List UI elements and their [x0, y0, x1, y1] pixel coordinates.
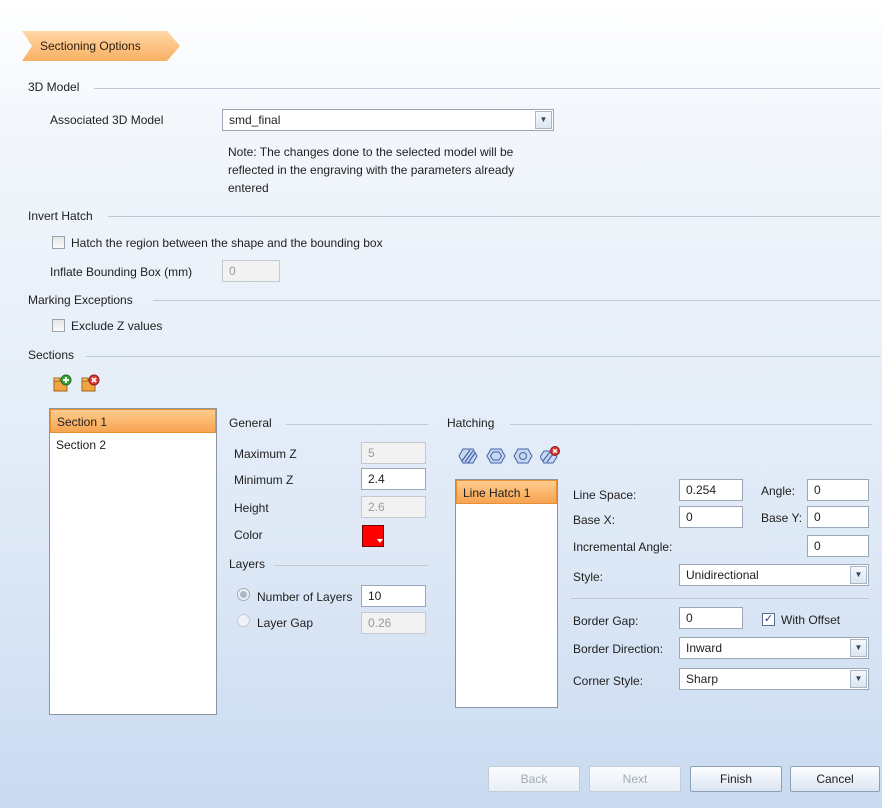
- cancel-button[interactable]: Cancel: [790, 766, 880, 792]
- inflate-input[interactable]: 0: [222, 260, 280, 282]
- num-layers-label: Number of Layers: [257, 590, 353, 604]
- divider: [510, 424, 872, 425]
- chevron-down-icon[interactable]: ▼: [535, 111, 552, 129]
- finish-button[interactable]: Finish: [690, 766, 782, 792]
- exclude-z-checkbox[interactable]: [52, 319, 65, 332]
- border-gap-input[interactable]: 0: [679, 607, 743, 629]
- divider: [86, 356, 880, 357]
- base-x-input[interactable]: 0: [679, 506, 743, 528]
- corner-style-label: Corner Style:: [573, 674, 644, 688]
- style-select[interactable]: Unidirectional ▼: [679, 564, 869, 586]
- divider: [571, 598, 869, 599]
- hatch-list[interactable]: Line Hatch 1: [455, 479, 558, 708]
- layer-gap-label: Layer Gap: [257, 616, 314, 630]
- note-line-1: Note: The changes done to the selected m…: [228, 145, 514, 159]
- offset-hatch-icon[interactable]: [486, 446, 506, 466]
- color-dropdown-icon: [377, 539, 383, 543]
- layer-gap-input[interactable]: 0.26: [361, 612, 426, 634]
- color-picker[interactable]: [362, 525, 384, 547]
- add-section-icon[interactable]: [52, 374, 72, 394]
- corner-style-value: Sharp: [686, 672, 719, 686]
- divider: [94, 88, 880, 89]
- exclude-z-label: Exclude Z values: [71, 319, 163, 333]
- inc-angle-label: Incremental Angle:: [573, 540, 673, 554]
- list-item[interactable]: Section 1: [50, 409, 216, 433]
- back-button[interactable]: Back: [488, 766, 580, 792]
- line-space-input[interactable]: 0.254: [679, 479, 743, 501]
- group-3d-model: 3D Model: [28, 80, 80, 94]
- line-space-label: Line Space:: [573, 488, 637, 502]
- list-item[interactable]: Section 2: [50, 433, 216, 457]
- group-layers: Layers: [229, 557, 266, 571]
- with-offset-checkbox[interactable]: ✓: [762, 613, 775, 626]
- list-item[interactable]: Line Hatch 1: [456, 480, 557, 504]
- height-label: Height: [234, 501, 269, 515]
- next-button[interactable]: Next: [589, 766, 681, 792]
- note-line-2: reflected in the engraving with the para…: [228, 163, 515, 177]
- chevron-down-icon[interactable]: ▼: [850, 670, 867, 688]
- style-value: Unidirectional: [686, 568, 759, 582]
- border-direction-value: Inward: [686, 641, 723, 655]
- remove-section-icon[interactable]: [80, 374, 100, 394]
- group-hatching: Hatching: [447, 416, 495, 430]
- color-label: Color: [234, 528, 263, 542]
- chevron-down-icon[interactable]: ▼: [850, 566, 867, 584]
- page-title: Sectioning Options: [22, 31, 180, 61]
- chevron-down-icon[interactable]: ▼: [850, 639, 867, 657]
- remove-hatch-icon[interactable]: [540, 446, 560, 466]
- corner-style-select[interactable]: Sharp ▼: [679, 668, 869, 690]
- base-y-label: Base Y:: [761, 511, 803, 525]
- associated-model-value: smd_final: [229, 113, 281, 127]
- angle-label: Angle:: [761, 484, 796, 498]
- border-direction-select[interactable]: Inward ▼: [679, 637, 869, 659]
- num-layers-input[interactable]: 10: [361, 585, 426, 607]
- hatch-region-label: Hatch the region between the shape and t…: [71, 236, 383, 250]
- note-line-3: entered: [228, 181, 269, 195]
- base-x-label: Base X:: [573, 513, 616, 527]
- group-marking-exceptions: Marking Exceptions: [28, 293, 133, 307]
- sections-list[interactable]: Section 1 Section 2: [49, 408, 217, 715]
- with-offset-label: With Offset: [781, 613, 841, 627]
- inc-angle-input[interactable]: 0: [807, 535, 869, 557]
- associated-model-select[interactable]: smd_final ▼: [222, 109, 554, 131]
- border-direction-label: Border Direction:: [573, 642, 664, 656]
- style-label: Style:: [573, 570, 604, 584]
- divider: [153, 300, 880, 301]
- group-general: General: [229, 416, 272, 430]
- min-z-label: Minimum Z: [234, 473, 294, 487]
- divider: [274, 565, 428, 566]
- num-layers-radio[interactable]: [237, 588, 250, 601]
- divider: [108, 216, 880, 217]
- base-y-input[interactable]: 0: [807, 506, 869, 528]
- layer-gap-radio[interactable]: [237, 614, 250, 627]
- group-sections: Sections: [28, 348, 75, 362]
- height-input[interactable]: 2.6: [361, 496, 426, 518]
- group-invert-hatch: Invert Hatch: [28, 209, 93, 223]
- associated-model-label: Associated 3D Model: [50, 113, 164, 127]
- hatch-region-checkbox[interactable]: [52, 236, 65, 249]
- inflate-label: Inflate Bounding Box (mm): [50, 265, 193, 279]
- max-z-label: Maximum Z: [234, 447, 297, 461]
- max-z-input[interactable]: 5: [361, 442, 426, 464]
- contour-hatch-icon[interactable]: [513, 446, 533, 466]
- line-hatch-icon[interactable]: [458, 446, 478, 466]
- angle-input[interactable]: 0: [807, 479, 869, 501]
- divider: [286, 424, 428, 425]
- min-z-input[interactable]: 2.4: [361, 468, 426, 490]
- border-gap-label: Border Gap:: [573, 614, 639, 628]
